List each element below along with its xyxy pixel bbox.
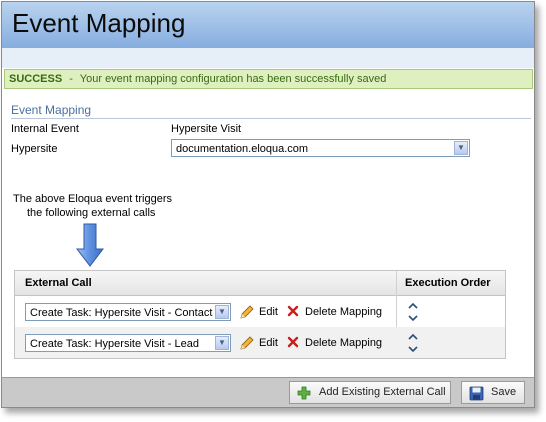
- external-call-select[interactable]: Create Task: Hypersite Visit - Contact ▼: [25, 303, 231, 321]
- pencil-icon[interactable]: [239, 335, 255, 351]
- external-call-header: External Call: [25, 277, 92, 289]
- table-row: Create Task: Hypersite Visit - Lead ▼ Ed…: [15, 327, 505, 358]
- description-line-2: the following external calls: [27, 207, 156, 219]
- event-mapping-window: Event Mapping SUCCESS - Your event mappi…: [1, 1, 535, 408]
- delete-mapping-link[interactable]: Delete Mapping: [305, 306, 382, 318]
- hypersite-selected-value: documentation.eloqua.com: [176, 143, 309, 155]
- section-title: Event Mapping: [11, 103, 531, 119]
- execution-order-header: Execution Order: [405, 277, 491, 289]
- hypersite-select[interactable]: documentation.eloqua.com ▼: [171, 139, 470, 157]
- success-label: SUCCESS: [9, 73, 63, 85]
- table-header: External Call Execution Order: [15, 271, 505, 296]
- delete-mapping-link[interactable]: Delete Mapping: [305, 337, 382, 349]
- chevron-down-icon[interactable]: ▼: [215, 336, 229, 350]
- page-title: Event Mapping: [12, 8, 186, 38]
- pencil-icon[interactable]: [239, 304, 255, 320]
- description-line-1: The above Eloqua event triggers: [13, 193, 172, 205]
- internal-event-value: Hypersite Visit: [171, 123, 242, 135]
- add-external-call-label: Add Existing External Call: [319, 386, 446, 398]
- edit-link[interactable]: Edit: [259, 337, 278, 349]
- add-plus-icon: [297, 386, 311, 400]
- chevron-down-icon[interactable]: ▼: [215, 305, 229, 319]
- hypersite-label: Hypersite: [11, 143, 58, 155]
- save-disk-icon: [469, 386, 484, 401]
- edit-link[interactable]: Edit: [259, 306, 278, 318]
- up-down-chevrons-icon[interactable]: [407, 301, 419, 323]
- bottom-toolbar: Add Existing External Call Save: [2, 377, 534, 407]
- add-existing-external-call-button[interactable]: Add Existing External Call: [289, 381, 451, 404]
- table-row: Create Task: Hypersite Visit - Contact ▼…: [15, 296, 505, 327]
- success-separator: -: [69, 73, 73, 85]
- external-call-select[interactable]: Create Task: Hypersite Visit - Lead ▼: [25, 334, 231, 352]
- internal-event-label: Internal Event: [11, 123, 79, 135]
- save-label: Save: [491, 386, 517, 398]
- header-band: [2, 48, 534, 68]
- external-call-selected: Create Task: Hypersite Visit - Contact: [30, 307, 213, 319]
- external-call-selected: Create Task: Hypersite Visit - Lead: [30, 338, 199, 350]
- external-call-table: External Call Execution Order Create Tas…: [14, 270, 506, 359]
- save-button[interactable]: Save: [461, 381, 525, 404]
- delete-x-icon[interactable]: [287, 305, 299, 317]
- external-calls-description: The above Eloqua event triggers the foll…: [13, 192, 213, 220]
- title-bar: Event Mapping: [2, 2, 534, 48]
- down-arrow-icon: [76, 223, 104, 267]
- up-down-chevrons-icon[interactable]: [407, 332, 419, 354]
- success-message: Your event mapping configuration has bee…: [79, 73, 387, 85]
- chevron-down-icon[interactable]: ▼: [454, 141, 468, 155]
- delete-x-icon[interactable]: [287, 336, 299, 348]
- success-banner: SUCCESS - Your event mapping configurati…: [4, 69, 533, 89]
